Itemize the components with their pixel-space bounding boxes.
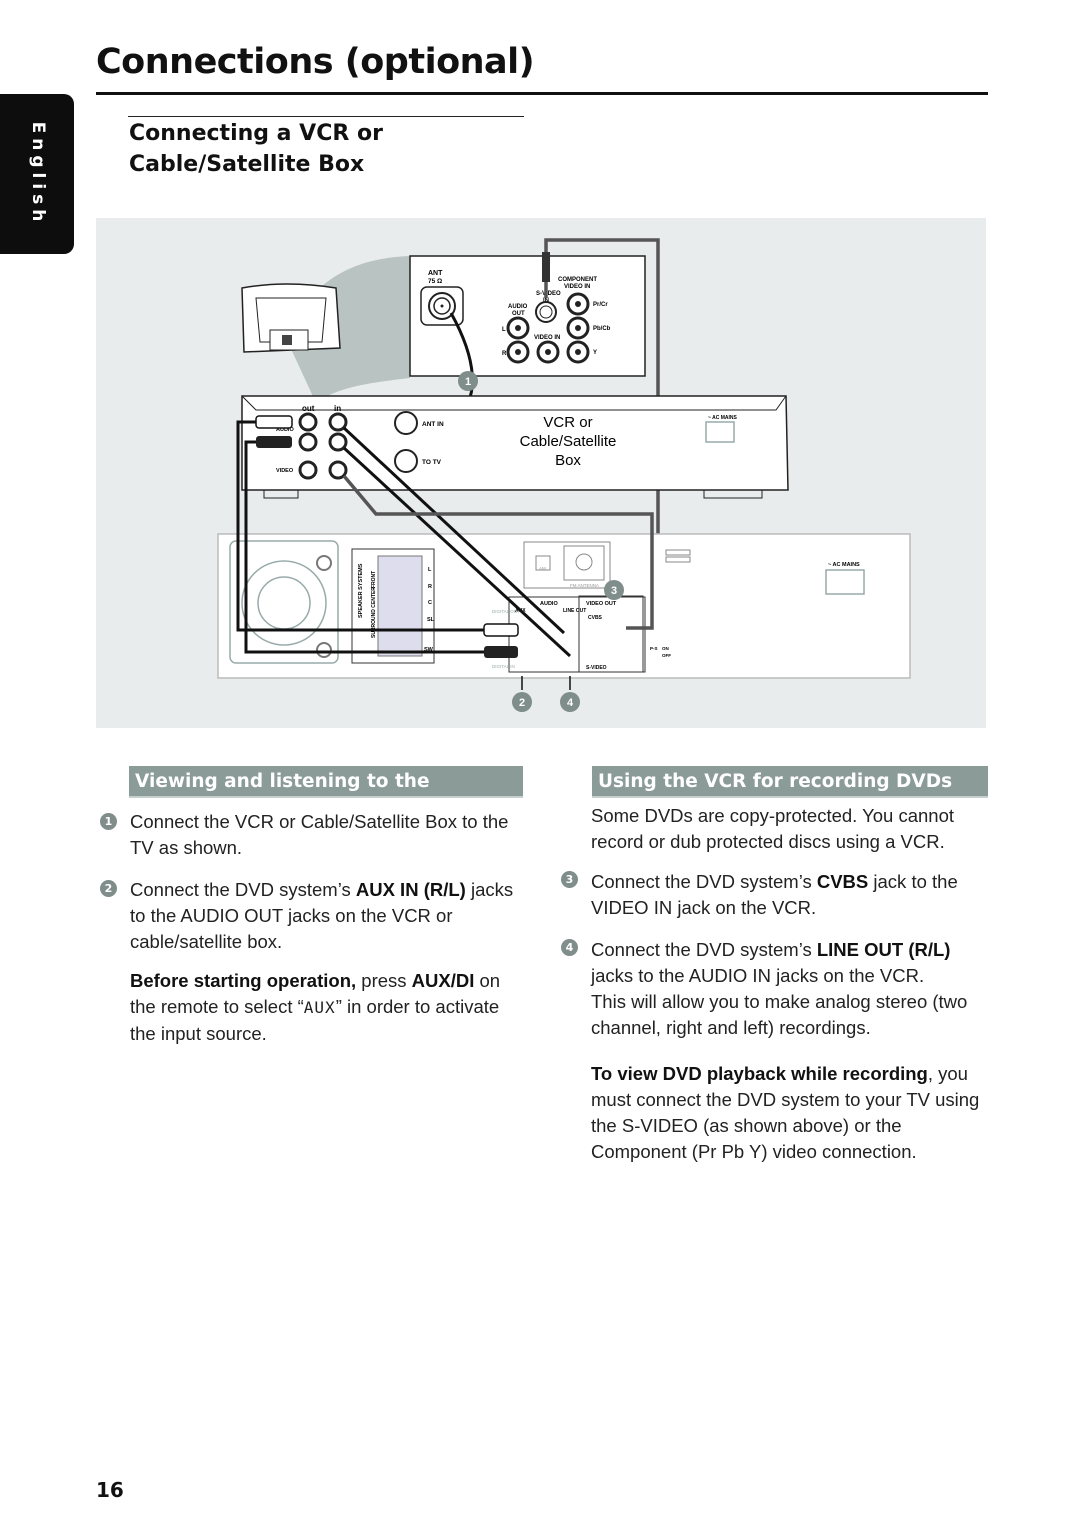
copy-protection-intro: Some DVDs are copy-protected. You cannot… xyxy=(591,805,955,852)
vcr-name-line-1: VCR or xyxy=(543,414,592,431)
dvd-video-out-label: VIDEO OUT xyxy=(586,601,617,607)
step-3-badge: 3 xyxy=(561,871,578,888)
tv-l-label: L xyxy=(502,327,506,333)
dvd-front-label: FRONT xyxy=(371,571,377,588)
language-tab: English xyxy=(0,94,74,254)
step-4-post: jacks to the AUDIO IN jacks on the VCR. xyxy=(591,965,925,986)
dvd-svideo-label: S-VIDEO xyxy=(586,665,607,671)
dvd-line-out-label: LINE OUT xyxy=(563,608,586,614)
dvd-spk-c: C xyxy=(428,600,432,606)
dvd-ac-mains-label: ~ AC MAINS xyxy=(828,562,860,568)
tv-ant-label: ANT xyxy=(428,270,443,277)
dvd-system-rear: SPEAKER SYSTEMS FRONT SURROUND CENTER L … xyxy=(217,533,911,679)
tv-component-sub: VIDEO IN xyxy=(564,284,590,290)
aux-left-plug xyxy=(255,415,293,429)
vcr-in-label: in xyxy=(334,404,341,413)
callout-1-label: 1 xyxy=(465,376,471,388)
vcr-ac-mains-label: ~ AC MAINS xyxy=(708,415,738,421)
step-2-badge: 2 xyxy=(100,880,117,897)
subtitle-rule xyxy=(128,116,524,117)
aux-right-plug xyxy=(256,436,292,448)
step-4-extra: This will allow you to make analog stere… xyxy=(591,991,968,1038)
vcr-video-label: VIDEO xyxy=(276,468,294,474)
language-tab-label: English xyxy=(28,121,48,227)
left-section-header: Viewing and listening to the playback xyxy=(129,766,523,824)
step-4-text: Connect the DVD system’s LINE OUT (R/L) … xyxy=(591,937,986,1041)
vcr-name-line-2: Cable/Satellite xyxy=(520,433,617,450)
dvd-ps-label: P-S xyxy=(650,646,658,651)
step-2-pre: Connect the DVD system’s xyxy=(130,879,356,900)
dvd-on-label: ON xyxy=(662,646,669,651)
callout-4-label: 4 xyxy=(567,697,574,709)
step-1-text: Connect the VCR or Cable/Satellite Box t… xyxy=(130,811,509,858)
dvd-spk-sl: SL xyxy=(427,617,435,623)
tv-pb-label: Pb/Cb xyxy=(593,326,611,332)
aux-note: Before starting operation, press AUX/DI … xyxy=(130,968,530,1047)
tv-audio-out-label: AUDIO xyxy=(508,304,528,310)
step-4-bold: LINE OUT (R/L) xyxy=(816,939,951,960)
dvd-audio-label: AUDIO xyxy=(540,601,558,607)
vcr-out-label: out xyxy=(302,404,315,413)
tv-ant-ohm: 75 Ω xyxy=(428,278,442,285)
recording-tip: To view DVD playback while recording, yo… xyxy=(591,1061,981,1165)
step-4-pre: Connect the DVD system’s xyxy=(591,939,817,960)
tip-bold: To view DVD playback while recording xyxy=(591,1063,928,1084)
tv-rear-panel: ANT 75 Ω COMPONENT VIDEO IN S-VIDEO IN A… xyxy=(409,255,646,377)
note-bold-2: AUX/DI xyxy=(411,970,475,991)
tv-video-in-label: VIDEO IN xyxy=(534,335,560,341)
connection-diagram-svg: ANT 75 Ω COMPONENT VIDEO IN S-VIDEO IN A… xyxy=(217,238,911,712)
svideo-plug xyxy=(542,252,550,282)
page-number: 16 xyxy=(96,1478,124,1502)
tv-r-label: R xyxy=(502,351,507,357)
callout-2-label: 2 xyxy=(519,697,525,709)
note-bold-1: Before starting operation, xyxy=(130,970,357,991)
step-1-badge: 1 xyxy=(100,813,117,830)
page-title: Connections (optional) xyxy=(96,42,535,82)
dvd-aux-right-plug xyxy=(484,646,518,658)
step-4-badge: 4 xyxy=(561,939,578,956)
right-section-header: Using the VCR for recording DVDs xyxy=(592,766,988,798)
tv-pr-label: Pr/Cr xyxy=(593,302,608,308)
vcr-box: out in AUDIO VIDEO ANT IN TO TV VCR or C… xyxy=(241,395,789,499)
dvd-cvbs-label: CVBS xyxy=(588,615,603,621)
dvd-digital-out-label: DIGITAL OUT xyxy=(492,609,520,614)
tv-svideo-label: S-VIDEO xyxy=(536,291,561,297)
vcr-name-line-3: Box xyxy=(555,452,581,469)
dvd-fm-label: FM ANTENNA xyxy=(570,583,599,588)
tv-component-label: COMPONENT xyxy=(558,277,597,283)
vcr-to-tv-label: TO TV xyxy=(422,459,442,466)
step-3-text: Connect the DVD system’s CVBS jack to th… xyxy=(591,869,981,921)
dvd-spk-r: R xyxy=(428,584,432,590)
tv-audio-out-sub: OUT xyxy=(512,311,525,317)
step-2-text: Connect the DVD system’s AUX IN (R/L) ja… xyxy=(130,877,530,955)
dvd-off-label: OFF xyxy=(662,653,671,658)
subtitle-line-2: Cable/Satellite Box xyxy=(129,152,365,177)
note-mid-1: press xyxy=(356,970,412,991)
tv-y-label: Y xyxy=(593,350,597,356)
title-rule xyxy=(96,92,988,95)
dvd-digital-in-label: DIGITAL IN xyxy=(492,664,515,669)
note-lcd-aux: AUX xyxy=(303,998,336,1017)
step-2-bold: AUX IN (R/L) xyxy=(355,879,466,900)
section-subtitle: Connecting a VCR or Cable/Satellite Box xyxy=(129,118,383,180)
connection-diagram: ANT 75 Ω COMPONENT VIDEO IN S-VIDEO IN A… xyxy=(96,218,986,728)
vcr-ant-in-label: ANT IN xyxy=(422,421,444,428)
tv-back-icon xyxy=(241,283,341,353)
step-3-pre: Connect the DVD system’s xyxy=(591,871,817,892)
dvd-speaker-systems-label: SPEAKER SYSTEMS xyxy=(358,563,364,618)
dvd-am-label: AM xyxy=(539,566,546,571)
dvd-aux-left-plug xyxy=(483,623,519,637)
step-3-bold: CVBS xyxy=(816,871,869,892)
callout-3-label: 3 xyxy=(611,585,617,597)
subtitle-line-1: Connecting a VCR or xyxy=(129,121,383,146)
